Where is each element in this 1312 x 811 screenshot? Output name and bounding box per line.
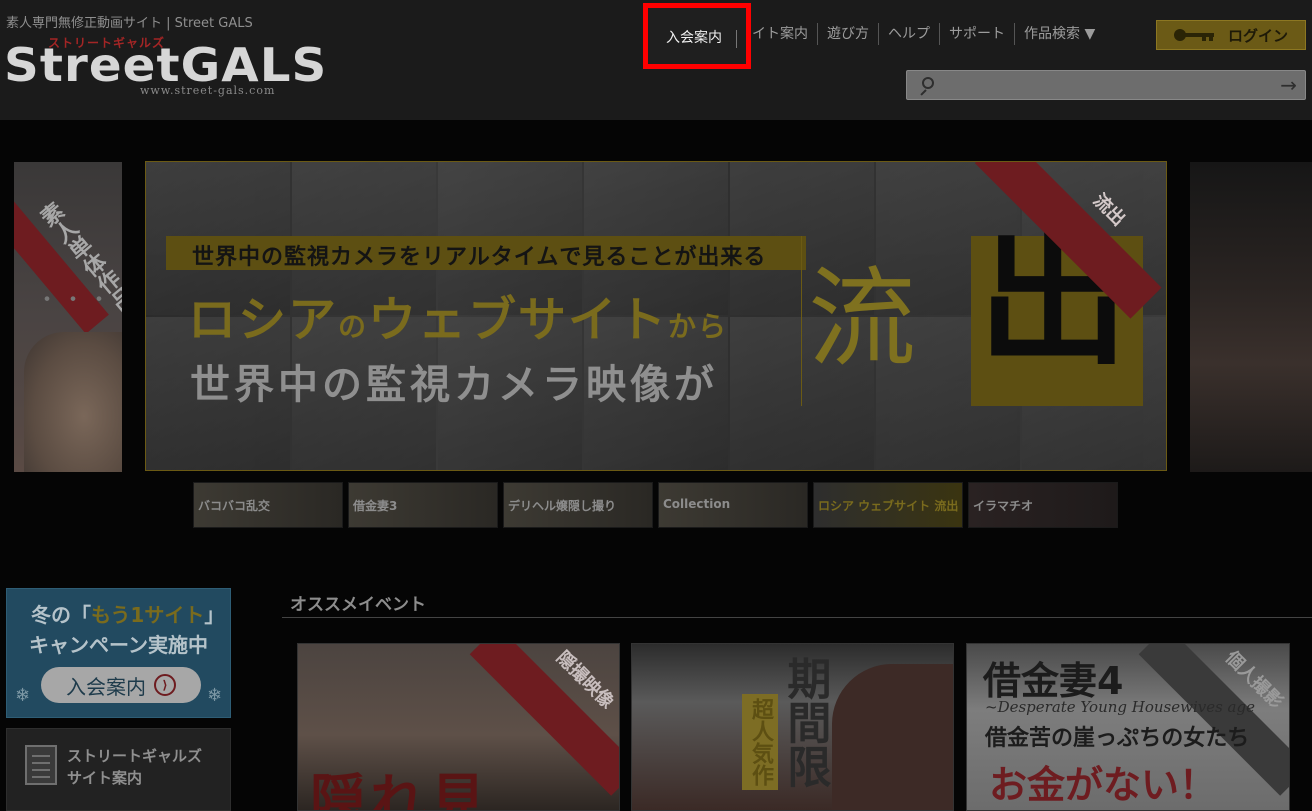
site-guide-link[interactable]: ストリートギャルズ サイト案内 [6,728,231,811]
card-ribbon [469,644,619,796]
banner-headline: ロシアのウェブサイトから [188,292,729,348]
document-icon [25,745,57,785]
join-nav-highlight[interactable]: 入会案内 [643,3,751,69]
campaign-join-button[interactable]: 入会案内 ⟩ [41,667,201,703]
search-bar: → [906,70,1306,100]
nav-item-search-works[interactable]: 作品検索 ▼ [1015,23,1104,45]
banner-ryu-char: 流 [808,257,917,382]
search-icon [919,77,935,96]
banner-thumbnails: バコバコ乱交 借金妻3 デリヘル嬢隠し撮り Collection ロシア ウェブ… [193,482,1118,528]
banner-subheadline: 世界中の監視カメラ映像が [190,362,718,408]
event-card-2[interactable]: 超人気作 期間限 [631,643,954,811]
search-submit-arrow-icon[interactable]: → [1280,74,1297,96]
campaign-line1: 冬の「もう1サイト」 [31,603,225,627]
winter-campaign-banner[interactable]: 冬の「もう1サイト」 キャンペーン実施中 入会案内 ⟩ ❄ ❄ [6,588,231,718]
logo-kana: ストリートギャルズ [48,36,166,50]
card-subtitle: ~Desperate Young Housewives age [985,698,1255,716]
banner-strap: 世界中の監視カメラをリアルタイムで見ることが出来る [166,236,806,270]
carousel-prev-slide[interactable]: 素人単体作品 ・・・ [14,162,122,472]
thumbnail-3[interactable]: デリヘル嬢隠し撮り [503,482,653,528]
login-button[interactable]: ログイン [1156,20,1306,50]
logo-url: www.street-gals.com [140,84,276,97]
highlight-join-label: 入会案内 [666,30,722,46]
campaign-join-label: 入会案内 [66,674,146,699]
nav-item-help[interactable]: ヘルプ [879,23,940,45]
arrow-circle-icon: ⟩ [154,674,176,696]
thumbnail-6[interactable]: イラマチオ [968,482,1118,528]
slide-dots-text: ・・・ [36,288,115,313]
search-input[interactable] [943,75,1263,97]
nav-item-support[interactable]: サポート [940,23,1015,45]
slide-photo [24,332,122,472]
site-header: 素人専門無修正動画サイト | Street GALS StreetGALS スト… [0,0,1312,120]
card-photo [832,664,953,810]
key-icon [1173,29,1216,41]
login-label: ログイン [1227,26,1288,45]
carousel-next-slide[interactable] [1190,162,1312,472]
thumbnail-2[interactable]: 借金妻3 [348,482,498,528]
snowflake-icon: ❄ [15,685,31,706]
snowflake-icon: ❄ [207,685,223,706]
thumbnail-5[interactable]: ロシア ウェブサイト 流出 [813,482,963,528]
event-card-1[interactable]: 隠撮映像 隠れ見 [297,643,620,811]
banner-divider [801,236,802,406]
card-title: 隠れ見 [310,769,490,811]
nav-item-how-to-play[interactable]: 遊び方 [818,23,879,45]
site-logo[interactable]: StreetGALS ストリートギャルズ www.street-gals.com [4,34,334,100]
card-title: 借金妻4 [983,659,1124,703]
card-vertical-title: 期間限 [779,656,831,788]
nav-separator [736,30,737,48]
event-card-3[interactable]: 個人撮影 借金妻4 ~Desperate Young Housewives ag… [966,643,1290,811]
banner-strap-text: 世界中の監視カメラをリアルタイムで見ることが出来る [192,245,767,270]
card-tagline: 借金苦の崖っぷちの女たち [985,726,1250,751]
thumbnail-4[interactable]: Collection [658,482,808,528]
main-banner[interactable]: 世界中の監視カメラをリアルタイムで見ることが出来る ロシアのウェブサイトから 世… [145,161,1167,471]
recommended-events-heading: オススメイベント [290,595,426,615]
campaign-line2: キャンペーン実施中 [29,633,208,657]
site-tagline: 素人専門無修正動画サイト | Street GALS [6,16,253,31]
guide-line1: ストリートギャルズ [67,747,203,765]
card-vertical-subtitle: 超人気作 [742,694,778,790]
guide-line2: サイト案内 [67,769,143,787]
card-catchphrase: お金がない！ [989,763,1218,807]
section-divider [282,617,1312,618]
thumbnail-1[interactable]: バコバコ乱交 [193,482,343,528]
